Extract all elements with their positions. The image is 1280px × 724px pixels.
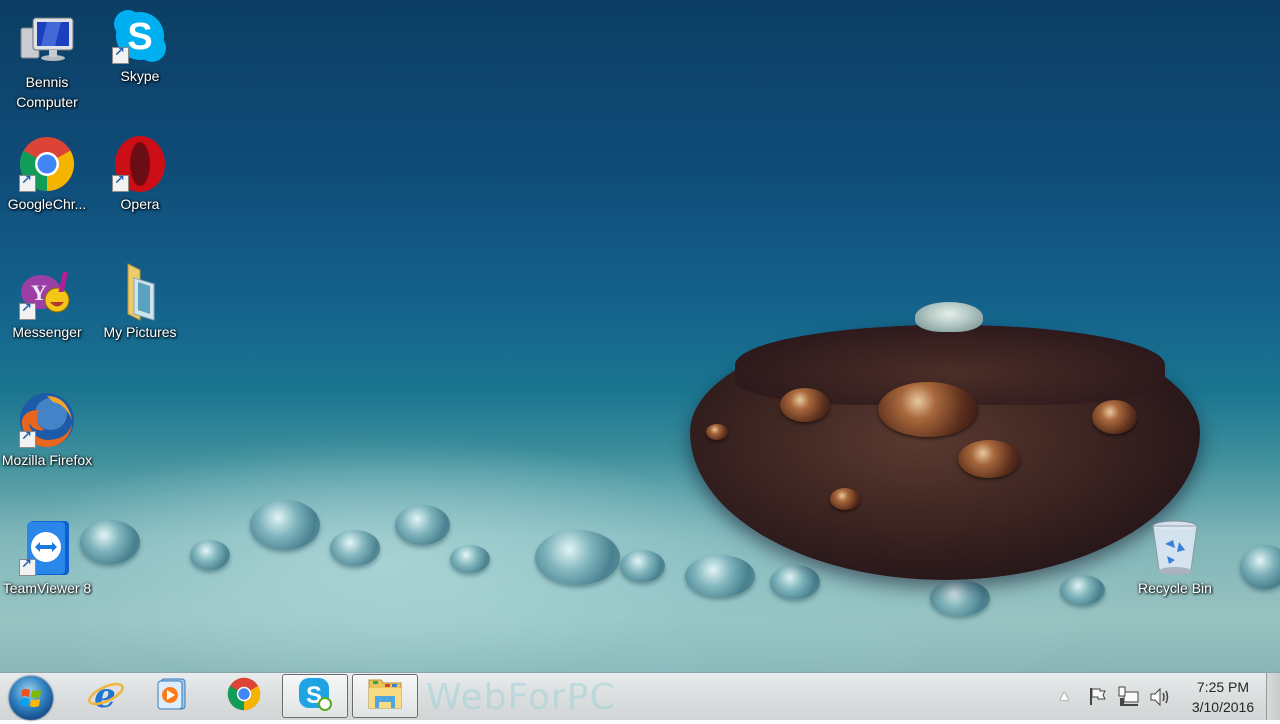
desktop-icon-label-text: Mozilla Firefox [1, 452, 93, 468]
taskbar-file-explorer[interactable] [352, 674, 418, 718]
folder-icon [110, 262, 170, 322]
wallpaper-bubble [535, 530, 620, 585]
wallpaper-bubble [1240, 545, 1280, 589]
taskbar: e S WebForPC ▲ 7:25 PM 3/10/2016 [0, 672, 1280, 720]
media-player-icon [155, 677, 189, 715]
chevron-up-icon: ▲ [1060, 689, 1069, 702]
shortcut-arrow-icon [19, 301, 36, 320]
wallpaper-bubble [250, 500, 320, 550]
chrome-icon [226, 676, 262, 716]
network-icon[interactable] [1118, 686, 1140, 713]
skype-icon: S [110, 6, 170, 66]
wallpaper-bubble [190, 540, 230, 570]
recycle-bin-icon [1145, 518, 1205, 578]
shortcut-arrow-icon [19, 173, 36, 192]
wallpaper-drop [878, 382, 978, 437]
taskbar-media-player[interactable] [139, 674, 205, 718]
watermark: WebForPC [426, 677, 616, 718]
opera-icon [110, 134, 170, 194]
desktop-icon-opera[interactable]: Opera [94, 134, 186, 214]
show-desktop-button[interactable] [1266, 673, 1280, 720]
taskbar-skype[interactable]: S [282, 674, 348, 718]
wallpaper-bubble [450, 545, 490, 573]
desktop[interactable]: Bennis Computer S Skype GoogleChr... [0, 0, 1280, 672]
wallpaper-bubble [620, 550, 665, 582]
wallpaper-bubble [330, 530, 380, 566]
shortcut-arrow-icon [19, 429, 36, 448]
desktop-icon-skype[interactable]: S Skype [94, 6, 186, 86]
desktop-icon-label: My Pictures [103, 324, 177, 340]
wallpaper-drop [958, 440, 1020, 478]
shortcut-arrow-icon [19, 557, 36, 576]
action-center-flag-icon[interactable] [1088, 686, 1108, 711]
taskbar-internet-explorer[interactable]: e [73, 674, 139, 718]
wallpaper-bubble [395, 505, 450, 545]
desktop-icon-firefox[interactable]: Mozilla Firefox [1, 390, 93, 470]
desktop-icon-label: GoogleChr... [7, 196, 87, 212]
desktop-icon-label: Mozilla Firefox [1, 450, 93, 470]
wallpaper-drop [706, 424, 728, 440]
start-orb-icon [20, 689, 41, 707]
system-clock[interactable]: 7:25 PM 3/10/2016 [1178, 677, 1268, 717]
desktop-icon-label: Bennis Computer [16, 74, 78, 110]
firefox-icon [17, 390, 77, 450]
shortcut-arrow-icon [112, 173, 129, 192]
volume-icon[interactable] [1149, 686, 1171, 713]
yahoo-messenger-icon: Y [17, 262, 77, 322]
wallpaper-drop [915, 302, 983, 332]
internet-explorer-icon: e [87, 676, 125, 716]
svg-text:e: e [94, 676, 116, 712]
taskbar-chrome[interactable] [211, 674, 277, 718]
desktop-icon-label: Recycle Bin [1138, 580, 1212, 596]
start-button[interactable] [9, 676, 53, 720]
desktop-icon-chrome[interactable]: GoogleChr... [1, 134, 93, 214]
svg-text:S: S [127, 16, 152, 58]
desktop-icon-computer[interactable]: Bennis Computer [1, 12, 93, 112]
wallpaper-drop [830, 488, 860, 510]
wallpaper-bubble [1060, 575, 1105, 605]
desktop-icon-label: Skype [120, 68, 160, 84]
clock-time: 7:25 PM [1196, 679, 1250, 695]
desktop-icon-teamviewer[interactable]: TeamViewer 8 [1, 518, 93, 598]
wallpaper-bubble [930, 580, 990, 616]
chrome-icon [17, 134, 77, 194]
teamviewer-icon [17, 518, 77, 578]
wallpaper-drop [1092, 400, 1137, 434]
wallpaper-bubble [685, 555, 755, 597]
shortcut-arrow-icon [112, 45, 129, 64]
desktop-icon-label: Messenger [12, 324, 82, 340]
desktop-icon-messenger[interactable]: Y Messenger [1, 262, 93, 342]
skype-icon: S [297, 676, 333, 716]
wallpaper-bubble [770, 565, 820, 599]
desktop-icon-recycle-bin[interactable]: Recycle Bin [1129, 518, 1221, 598]
file-explorer-icon [365, 676, 405, 716]
desktop-icon-label: Opera [120, 196, 160, 212]
clock-date: 3/10/2016 [1191, 699, 1255, 715]
desktop-icon-my-pictures[interactable]: My Pictures [94, 262, 186, 342]
wallpaper-drop [780, 388, 830, 422]
desktop-icon-label: TeamViewer 8 [2, 580, 92, 596]
computer-icon [17, 12, 77, 72]
show-hidden-icons-button[interactable]: ▲ [1060, 689, 1068, 702]
